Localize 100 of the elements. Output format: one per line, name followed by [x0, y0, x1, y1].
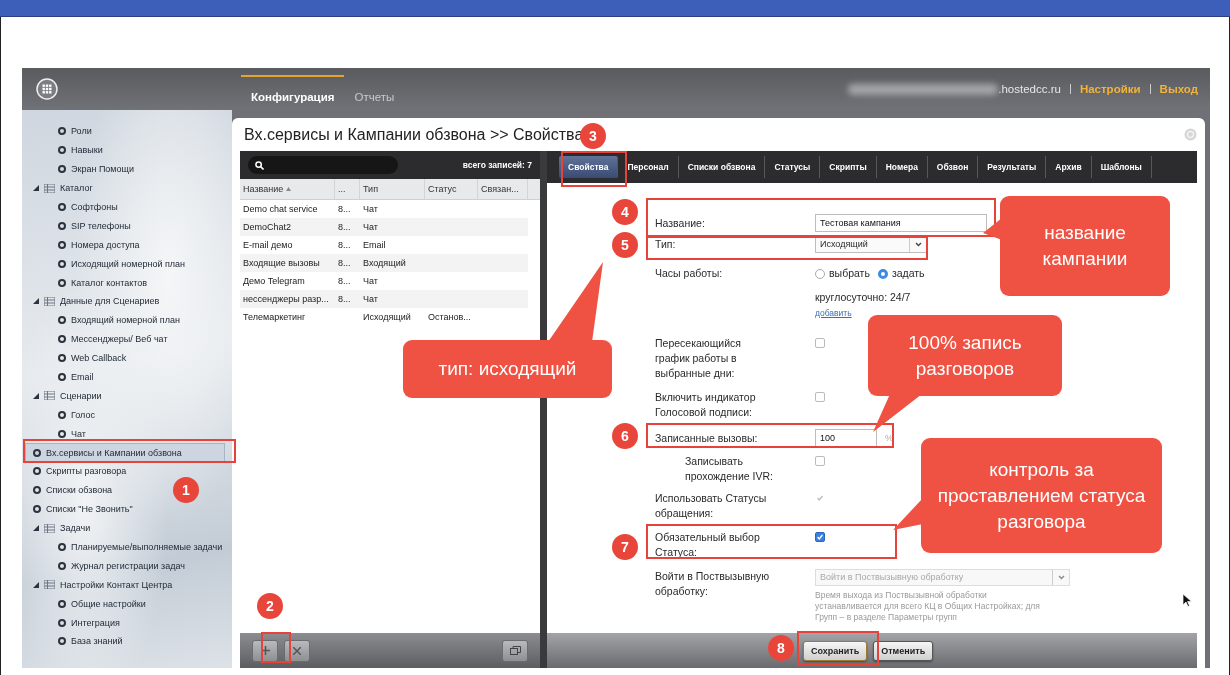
checkbox[interactable] — [815, 338, 825, 348]
radio-button[interactable] — [877, 268, 888, 279]
tree-item[interactable]: Входящий номерной план — [58, 310, 186, 330]
plus-icon — [260, 646, 270, 655]
tree-item[interactable]: Чат — [58, 424, 92, 444]
tree-item[interactable]: Навыки — [58, 140, 109, 160]
column-header[interactable]: Статус — [425, 179, 478, 199]
logo-icon[interactable] — [36, 78, 58, 100]
column-header[interactable]: Связан... — [478, 179, 528, 199]
field-label: Часы работы: — [655, 266, 724, 281]
tree-group[interactable]: Настройки Контакт Центра — [60, 579, 173, 590]
tree-item[interactable]: Мессенджеры/ Веб чат — [58, 329, 174, 349]
tab[interactable]: Номера — [876, 156, 928, 178]
checkbox[interactable] — [815, 456, 825, 466]
radio-label: выбрать — [829, 266, 870, 281]
field-label: Записанные вызовы: — [655, 430, 759, 446]
tree-item[interactable]: Планируемые/выполняемые задачи — [58, 537, 229, 557]
checkbox[interactable] — [815, 392, 825, 402]
table-cell-text: Чат — [362, 204, 379, 214]
tab[interactable]: Шаблоны — [1091, 156, 1152, 178]
bullet-icon — [58, 373, 66, 381]
delete-button[interactable] — [284, 639, 310, 662]
checkbox[interactable] — [815, 532, 825, 542]
table-cell-text: 8... — [337, 204, 352, 214]
hint-text: Время выхода из Поствызывной обработки устанавливается для всего КЦ в Общих Настройках; для Групп – в разделе Параметры групп — [815, 590, 1041, 623]
bullet-icon — [33, 467, 41, 476]
tree-item[interactable]: Email — [58, 367, 100, 387]
tree-item[interactable]: Экран Помощи — [58, 159, 140, 179]
bullet-icon — [58, 146, 66, 155]
window-button[interactable] — [502, 639, 528, 662]
tree-item[interactable]: Общие настройки — [58, 594, 152, 614]
list-icon — [44, 523, 55, 533]
field-label: Пересекающийся график работы в выбранные дни: — [655, 336, 742, 381]
column-header[interactable]: Название — [240, 179, 335, 199]
expand-icon[interactable] — [33, 298, 39, 305]
radio-label: задать — [891, 266, 925, 281]
tree-item[interactable]: Списки "Не Звонить" — [33, 499, 139, 519]
tab[interactable]: Списки обзвона — [678, 156, 766, 178]
tree-group[interactable]: Сценарии — [60, 390, 102, 401]
bullet-icon — [58, 618, 66, 627]
field-label: Обязательный выбор Статуса: — [655, 530, 761, 560]
tab[interactable]: Результаты — [978, 156, 1047, 178]
search-field[interactable] — [248, 156, 398, 174]
tree-item[interactable]: База знаний — [58, 632, 129, 651]
column-header[interactable]: Тип — [360, 179, 425, 199]
window-icon — [509, 646, 521, 655]
highlight-frame — [261, 632, 291, 663]
field-label: Включить индикатор Голосовой подписи: — [655, 390, 757, 420]
name-field[interactable]: Тестовая кампания — [815, 214, 987, 232]
tree-item[interactable]: Списки обзвона — [33, 480, 119, 500]
radio-button[interactable] — [815, 268, 825, 279]
save-button[interactable]: Сохранить — [803, 640, 868, 661]
tab[interactable]: Архив — [1046, 156, 1092, 178]
bullet-icon — [58, 221, 66, 230]
domain-text: .hostedcc.ru — [998, 83, 1061, 95]
highlight-frame — [561, 151, 627, 187]
table-cell-text: 8... — [337, 222, 352, 232]
tab[interactable]: Персонал — [618, 156, 679, 178]
tree-item[interactable]: SIP телефоны — [58, 216, 137, 236]
tree-item[interactable]: Голос — [58, 405, 101, 425]
tree-item[interactable]: Журнал регистрации задач — [58, 556, 191, 576]
table-cell-text: Исходящий — [362, 312, 412, 322]
expand-icon[interactable] — [33, 392, 39, 399]
tab[interactable]: Статусы — [765, 156, 821, 178]
tree-item[interactable]: Исходящий номерной план — [58, 254, 192, 274]
table-cell-text: Телемаркетинг — [242, 312, 307, 322]
tree-group[interactable]: Задачи — [60, 523, 91, 534]
add-button[interactable] — [252, 639, 278, 662]
bullet-icon — [33, 505, 41, 514]
expand-icon[interactable] — [33, 525, 39, 532]
cancel-button[interactable]: Отменить — [873, 640, 934, 661]
tree-item[interactable]: Роли — [58, 122, 98, 141]
tree-item[interactable]: Скрипты разговора — [33, 462, 133, 481]
field-label: Тип: — [655, 236, 677, 252]
tab[interactable]: Скрипты — [820, 156, 877, 178]
table-cell-text: Чат — [362, 294, 379, 304]
expand-icon[interactable] — [33, 581, 39, 588]
tree-group[interactable]: Данные для Сценариев — [60, 296, 160, 307]
percent-field[interactable]: 100 — [815, 429, 877, 447]
add-link[interactable]: добавить — [815, 308, 852, 318]
table-cell-text: Демо Telegram — [242, 276, 306, 286]
tree-item[interactable]: Интеграция — [58, 613, 126, 633]
table-cell-text: Входящие вызовы — [242, 258, 321, 268]
bullet-icon — [58, 410, 66, 419]
tab[interactable]: Свойства — [559, 156, 619, 178]
tree-group[interactable]: Каталог — [60, 183, 93, 194]
column-header[interactable]: ... — [335, 179, 360, 199]
tree-item[interactable]: Каталог контактов — [58, 273, 154, 292]
list-icon — [44, 296, 55, 306]
field-label: Название: — [655, 215, 706, 231]
tree-item[interactable]: Web Callback — [58, 348, 133, 368]
cursor-icon — [1183, 594, 1192, 607]
table-cell-text: Входящий — [362, 258, 407, 268]
schedule-text: круглосуточно: 24/7 — [815, 290, 912, 305]
bullet-icon — [58, 316, 66, 325]
tree-item[interactable]: Софтфоны — [58, 197, 124, 217]
tab[interactable]: Обзвон — [927, 156, 979, 178]
expand-icon[interactable] — [33, 185, 39, 192]
tree-item[interactable]: Номера доступа — [58, 235, 146, 255]
table-cell-text: 8... — [337, 258, 352, 268]
